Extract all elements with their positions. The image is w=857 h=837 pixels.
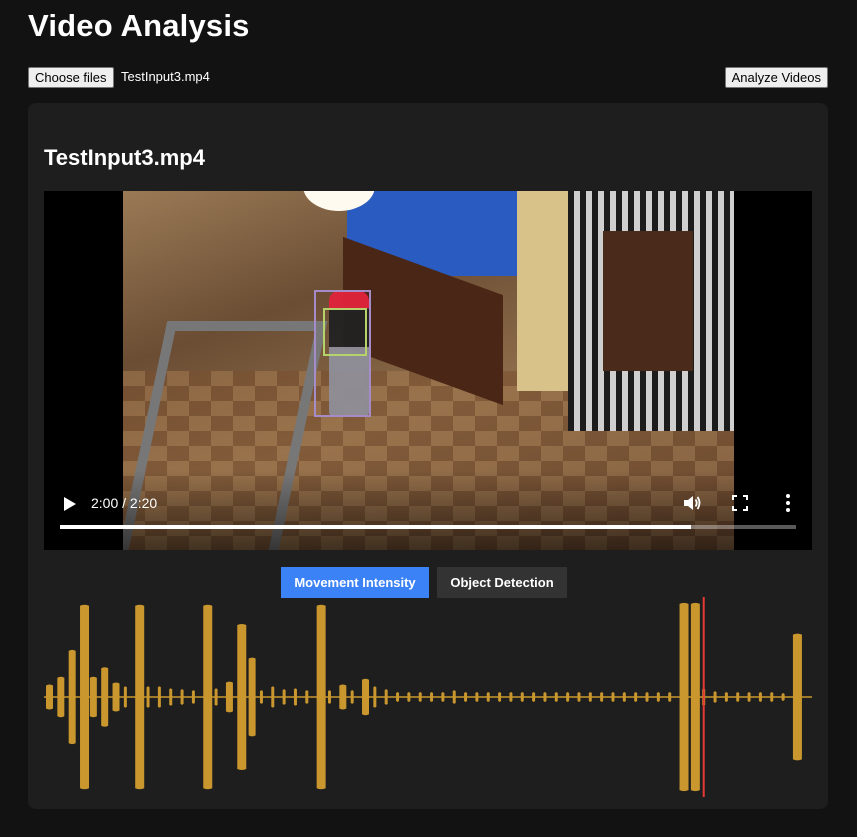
waveform-segment xyxy=(293,688,297,706)
waveform-segment xyxy=(203,604,213,790)
waveform-segment xyxy=(214,688,218,706)
waveform-segment xyxy=(57,676,65,718)
video-player[interactable]: 2:00 / 2:20 xyxy=(44,191,812,550)
play-icon[interactable] xyxy=(63,496,77,512)
waveform-segment xyxy=(327,690,331,704)
page-title: Video Analysis xyxy=(28,8,250,43)
waveform-segment xyxy=(747,692,751,702)
waveform-segment xyxy=(679,602,689,792)
waveform-segment xyxy=(396,692,400,702)
waveform-segment xyxy=(441,692,445,702)
waveform-segment xyxy=(690,602,700,792)
choose-files-button[interactable]: Choose files xyxy=(28,67,114,88)
waveform-segment xyxy=(520,692,524,702)
waveform-segment xyxy=(566,692,570,702)
waveform-segment xyxy=(112,682,120,712)
waveform-segment xyxy=(464,692,468,702)
more-options-icon[interactable] xyxy=(781,493,795,513)
waveform-segment xyxy=(248,657,256,737)
waveform-segment xyxy=(713,691,717,703)
waveform-segment xyxy=(509,692,513,702)
waveform-segment xyxy=(498,692,502,702)
tab-movement-intensity[interactable]: Movement Intensity xyxy=(281,567,429,598)
waveform-segment xyxy=(339,684,347,710)
waveform-segment xyxy=(146,686,150,708)
video-card: TestInput3.mp4 2:00 / 2:20 Movement Inte… xyxy=(28,103,828,809)
analyze-videos-button[interactable]: Analyze Videos xyxy=(724,67,828,88)
fullscreen-icon[interactable] xyxy=(732,495,748,511)
seek-bar[interactable] xyxy=(60,525,796,529)
volume-icon[interactable] xyxy=(682,493,702,513)
waveform-segment xyxy=(46,684,53,710)
waveform-segment xyxy=(384,689,388,705)
waveform-segment xyxy=(486,692,490,702)
waveform-segment xyxy=(781,693,785,701)
waveform-segment xyxy=(736,692,740,702)
waveform-segment xyxy=(634,692,638,702)
waveform-segment xyxy=(758,692,762,702)
waveform-segment xyxy=(645,692,649,702)
waveform-segment xyxy=(475,692,479,702)
waveform-segment xyxy=(430,692,434,702)
waveform-segment xyxy=(157,686,161,708)
waveform-segment xyxy=(316,604,326,790)
seek-bar-progress xyxy=(60,525,691,529)
wooden-doors xyxy=(603,231,693,371)
waveform-segment xyxy=(237,624,247,770)
waveform-segment xyxy=(362,678,370,716)
waveform-segment xyxy=(191,690,195,704)
waveform-segment xyxy=(792,633,802,761)
waveform-segment xyxy=(407,692,411,702)
waveform-segment xyxy=(724,692,728,702)
waveform-segment xyxy=(554,692,558,702)
object-bounding-box xyxy=(323,308,367,356)
waveform-segment xyxy=(588,692,592,702)
movement-waveform[interactable] xyxy=(44,597,812,797)
tab-object-detection[interactable]: Object Detection xyxy=(437,567,567,598)
waveform-segment xyxy=(577,692,581,702)
waveform-segment xyxy=(611,692,615,702)
waveform-segment xyxy=(180,689,184,705)
waveform-segment xyxy=(80,604,90,790)
waveform-segment xyxy=(225,681,233,713)
waveform-segment xyxy=(350,690,354,704)
waveform-segment xyxy=(123,686,127,708)
waveform-segment xyxy=(668,692,672,702)
waveform-segment xyxy=(259,690,263,704)
waveform-segment xyxy=(68,649,76,745)
waveform-segment xyxy=(282,689,286,705)
waveform-segment xyxy=(135,604,145,790)
waveform-segment xyxy=(101,667,109,727)
video-title: TestInput3.mp4 xyxy=(44,145,205,170)
waveform-segment xyxy=(532,692,536,702)
waveform-segment xyxy=(89,676,97,718)
selected-file-name: TestInput3.mp4 xyxy=(121,69,210,84)
time-display: 2:00 / 2:20 xyxy=(91,495,158,511)
waveform-segment xyxy=(418,692,422,702)
waveform-segment xyxy=(600,692,604,702)
waveform-segment xyxy=(271,686,275,708)
waveform-segment xyxy=(305,690,309,704)
waveform-segment xyxy=(452,690,456,704)
waveform-segment xyxy=(373,686,377,708)
waveform-segment xyxy=(622,692,626,702)
waveform-segment xyxy=(770,692,774,702)
waveform-segment xyxy=(656,692,660,702)
waveform-segment xyxy=(169,688,173,706)
waveform-segment xyxy=(543,692,547,702)
